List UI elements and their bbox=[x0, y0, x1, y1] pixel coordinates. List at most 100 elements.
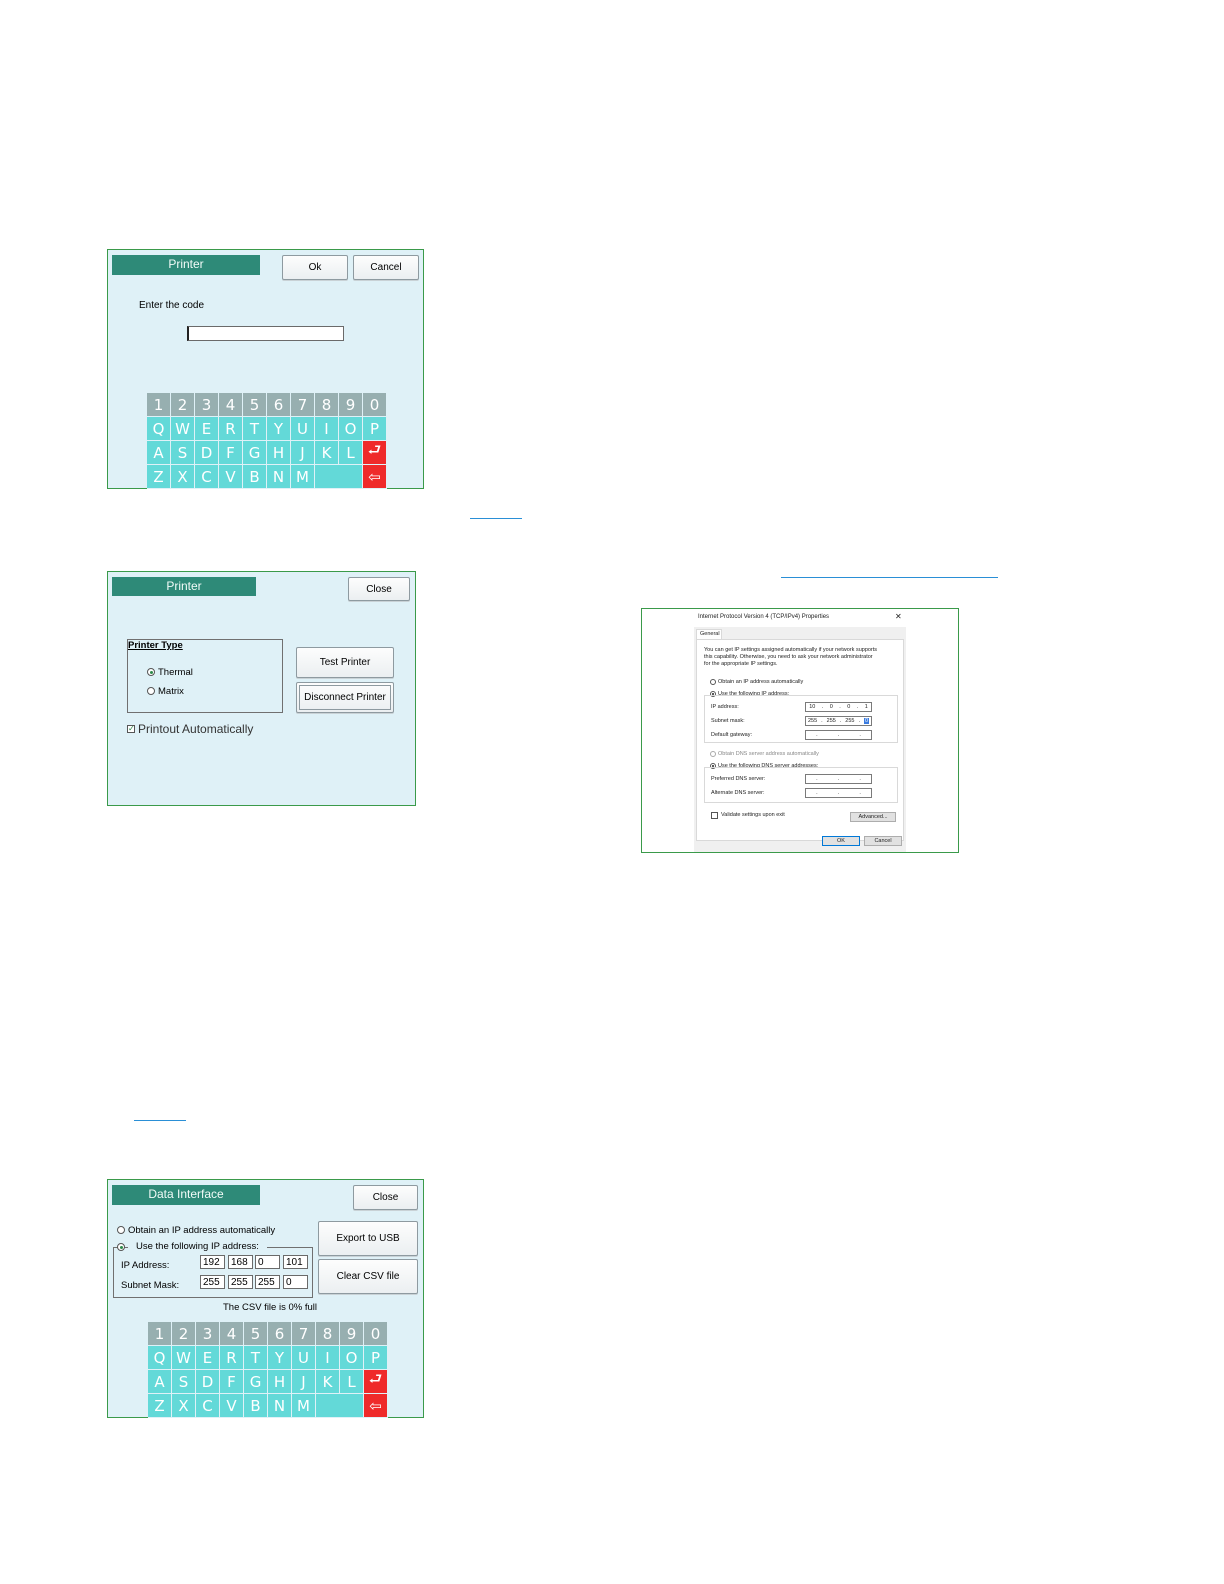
key-q[interactable]: Q bbox=[147, 417, 171, 441]
key-2[interactable]: 2 bbox=[171, 393, 195, 417]
key-w[interactable]: W bbox=[171, 417, 195, 441]
test-printer-button[interactable]: Test Printer bbox=[296, 647, 394, 678]
ok-button[interactable]: Ok bbox=[282, 255, 348, 280]
key-e[interactable]: E bbox=[196, 1346, 220, 1370]
close-icon[interactable]: ✕ bbox=[895, 612, 902, 621]
key-3[interactable]: 3 bbox=[196, 1322, 220, 1346]
key-g[interactable]: G bbox=[243, 441, 267, 465]
key-0[interactable]: 0 bbox=[363, 393, 387, 417]
ip-octet-3[interactable]: 0 bbox=[255, 1255, 280, 1269]
key-3[interactable]: 3 bbox=[195, 393, 219, 417]
key-2[interactable]: 2 bbox=[172, 1322, 196, 1346]
key-l[interactable]: L bbox=[339, 441, 363, 465]
key-v[interactable]: V bbox=[220, 1394, 244, 1418]
key-z[interactable]: Z bbox=[148, 1394, 172, 1418]
obtain-dns-auto-radio[interactable] bbox=[710, 751, 716, 757]
ip-octet-2[interactable]: 168 bbox=[228, 1255, 253, 1269]
ip-address-field[interactable]: 10. 0. 0. 1 bbox=[805, 702, 872, 712]
key-4[interactable]: 4 bbox=[220, 1322, 244, 1346]
key-i[interactable]: I bbox=[316, 1346, 340, 1370]
key-0[interactable]: 0 bbox=[364, 1322, 388, 1346]
key-4[interactable]: 4 bbox=[219, 393, 243, 417]
key-n[interactable]: N bbox=[267, 465, 291, 489]
ok-button[interactable]: OK bbox=[822, 836, 860, 846]
key-d[interactable]: D bbox=[196, 1370, 220, 1394]
key-5[interactable]: 5 bbox=[244, 1322, 268, 1346]
key-e[interactable]: E bbox=[195, 417, 219, 441]
key-8[interactable]: 8 bbox=[316, 1322, 340, 1346]
key-7[interactable]: 7 bbox=[291, 393, 315, 417]
key-t[interactable]: T bbox=[243, 417, 267, 441]
key-1[interactable]: 1 bbox=[148, 1322, 172, 1346]
hyperlink-underline[interactable] bbox=[781, 577, 998, 578]
key-o[interactable]: O bbox=[339, 417, 363, 441]
key-b[interactable]: B bbox=[244, 1394, 268, 1418]
cancel-button[interactable]: Cancel bbox=[353, 255, 419, 280]
obtain-ip-auto-radio[interactable] bbox=[117, 1226, 125, 1234]
key-6[interactable]: 6 bbox=[267, 393, 291, 417]
key-u[interactable]: U bbox=[292, 1346, 316, 1370]
key-7[interactable]: 7 bbox=[292, 1322, 316, 1346]
subnet-octet-4[interactable]: 0 bbox=[283, 1275, 308, 1289]
key-6[interactable]: 6 bbox=[268, 1322, 292, 1346]
key-s[interactable]: S bbox=[171, 441, 195, 465]
hyperlink-underline[interactable] bbox=[134, 1120, 186, 1121]
key-q[interactable]: Q bbox=[148, 1346, 172, 1370]
subnet-octet-2[interactable]: 255 bbox=[228, 1275, 253, 1289]
key-8[interactable]: 8 bbox=[315, 393, 339, 417]
advanced-button[interactable]: Advanced... bbox=[850, 812, 896, 822]
use-following-ip-radio[interactable] bbox=[117, 1243, 125, 1251]
validate-checkbox[interactable] bbox=[711, 812, 718, 819]
key-n[interactable]: N bbox=[268, 1394, 292, 1418]
enter-key-icon[interactable]: ⮐ bbox=[364, 1370, 388, 1394]
key-y[interactable]: Y bbox=[268, 1346, 292, 1370]
key-9[interactable]: 9 bbox=[339, 393, 363, 417]
close-button[interactable]: Close bbox=[348, 577, 410, 601]
key-k[interactable]: K bbox=[315, 441, 339, 465]
key-y[interactable]: Y bbox=[267, 417, 291, 441]
printout-checkbox[interactable]: ✓ bbox=[127, 725, 135, 733]
key-c[interactable]: C bbox=[195, 465, 219, 489]
key-c[interactable]: C bbox=[196, 1394, 220, 1418]
enter-key-icon[interactable]: ⮐ bbox=[363, 441, 387, 465]
subnet-mask-field[interactable]: 255. 255. 255. 0 bbox=[805, 716, 872, 726]
key-j[interactable]: J bbox=[291, 441, 315, 465]
key-j[interactable]: J bbox=[292, 1370, 316, 1394]
key-x[interactable]: X bbox=[172, 1394, 196, 1418]
code-input[interactable] bbox=[187, 326, 344, 341]
key-z[interactable]: Z bbox=[147, 465, 171, 489]
key-a[interactable]: A bbox=[148, 1370, 172, 1394]
key-b[interactable]: B bbox=[243, 465, 267, 489]
key-9[interactable]: 9 bbox=[340, 1322, 364, 1346]
key-p[interactable]: P bbox=[363, 417, 387, 441]
key-m[interactable]: M bbox=[292, 1394, 316, 1418]
thermal-radio[interactable] bbox=[147, 668, 155, 676]
key-a[interactable]: A bbox=[147, 441, 171, 465]
key-o[interactable]: O bbox=[340, 1346, 364, 1370]
key-h[interactable]: H bbox=[267, 441, 291, 465]
key-l[interactable]: L bbox=[340, 1370, 364, 1394]
key-m[interactable]: M bbox=[291, 465, 315, 489]
key-d[interactable]: D bbox=[195, 441, 219, 465]
clear-csv-button[interactable]: Clear CSV file bbox=[318, 1259, 418, 1294]
key-u[interactable]: U bbox=[291, 417, 315, 441]
key-w[interactable]: W bbox=[172, 1346, 196, 1370]
key-p[interactable]: P bbox=[364, 1346, 388, 1370]
key-g[interactable]: G bbox=[244, 1370, 268, 1394]
disconnect-printer-button[interactable]: Disconnect Printer bbox=[296, 682, 394, 713]
key-i[interactable]: I bbox=[315, 417, 339, 441]
close-button[interactable]: Close bbox=[353, 1185, 418, 1210]
key-f[interactable]: F bbox=[219, 441, 243, 465]
key-5[interactable]: 5 bbox=[243, 393, 267, 417]
backspace-key-icon[interactable]: ⇦ bbox=[364, 1394, 388, 1418]
backspace-key-icon[interactable]: ⇦ bbox=[363, 465, 387, 489]
key-r[interactable]: R bbox=[220, 1346, 244, 1370]
key-v[interactable]: V bbox=[219, 465, 243, 489]
alternate-dns-field[interactable]: ... bbox=[805, 788, 872, 798]
ip-octet-1[interactable]: 192 bbox=[200, 1255, 225, 1269]
key-t[interactable]: T bbox=[244, 1346, 268, 1370]
preferred-dns-field[interactable]: ... bbox=[805, 774, 872, 784]
export-usb-button[interactable]: Export to USB bbox=[318, 1221, 418, 1256]
matrix-radio[interactable] bbox=[147, 687, 155, 695]
default-gateway-field[interactable]: ... bbox=[805, 730, 872, 740]
